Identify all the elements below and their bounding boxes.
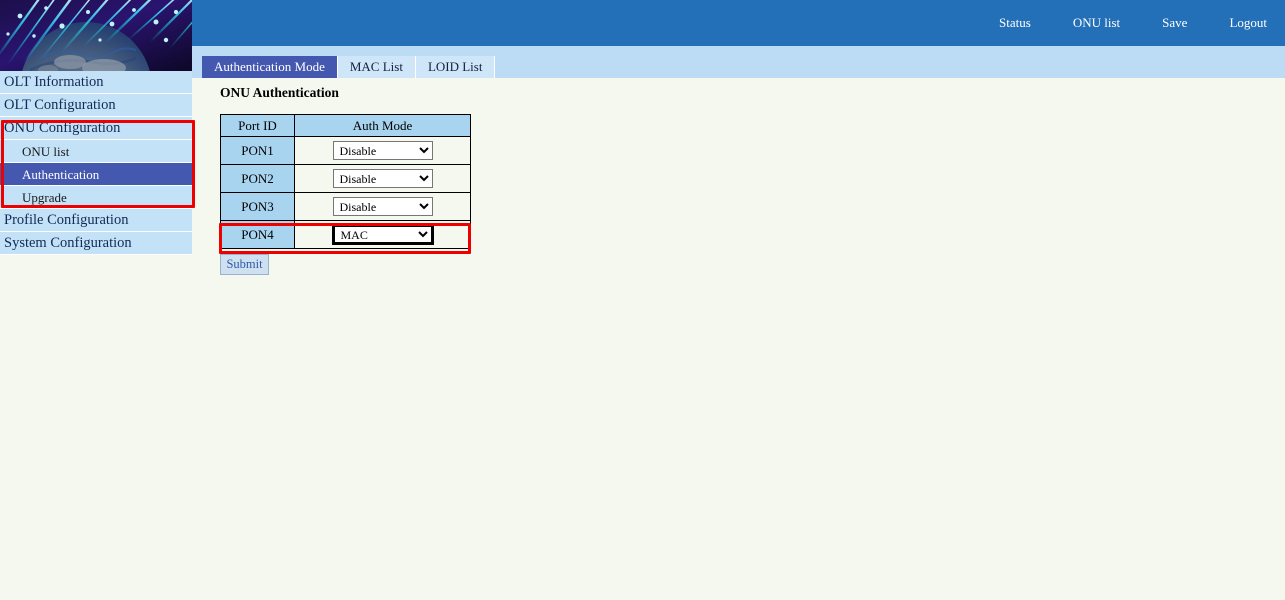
- header-links: Status ONU list Save Logout: [999, 0, 1267, 46]
- header-link-logout[interactable]: Logout: [1229, 15, 1267, 31]
- auth-mode-select-pon1[interactable]: DisableMACLOIDLOID+PWDMAC+LOID: [333, 141, 433, 160]
- page-root: Foro SP Status ONU list Save Logout Auth…: [0, 0, 1285, 600]
- tab-loid-list[interactable]: LOID List: [416, 56, 496, 78]
- cell-mode-pon4: DisableMACLOIDLOID+PWDMAC+LOID: [295, 221, 471, 249]
- auth-mode-table: Port ID Auth Mode PON1 DisableMACLOIDLOI…: [220, 114, 471, 249]
- fiber-globe-banner-image: [0, 0, 192, 71]
- sidebar-menu: OLT Information OLT Configuration ONU Co…: [0, 71, 192, 255]
- sidebar-item-profile-configuration[interactable]: Profile Configuration: [0, 209, 192, 232]
- sidebar-item-olt-information[interactable]: OLT Information: [0, 71, 192, 94]
- left-sidebar: OLT Information OLT Configuration ONU Co…: [0, 0, 192, 600]
- table-header-row: Port ID Auth Mode: [221, 115, 471, 137]
- table-row: PON3 DisableMACLOIDLOID+PWDMAC+LOID: [221, 193, 471, 221]
- sidebar-item-onu-configuration[interactable]: ONU Configuration: [0, 117, 192, 140]
- tab-mac-list[interactable]: MAC List: [338, 56, 416, 78]
- page-title: ONU Authentication: [220, 85, 339, 101]
- header-link-save[interactable]: Save: [1162, 15, 1187, 31]
- cell-port-pon1: PON1: [221, 137, 295, 165]
- column-header-port-id: Port ID: [221, 115, 295, 137]
- cell-mode-pon1: DisableMACLOIDLOID+PWDMAC+LOID: [295, 137, 471, 165]
- sidebar-item-onu-list[interactable]: ONU list: [0, 140, 192, 163]
- tab-authentication-mode[interactable]: Authentication Mode: [202, 56, 338, 78]
- cell-port-pon2: PON2: [221, 165, 295, 193]
- sidebar-item-upgrade[interactable]: Upgrade: [0, 186, 192, 209]
- content-panel: ONU Authentication Port ID Auth Mode PON…: [192, 78, 1285, 600]
- sidebar-item-olt-configuration[interactable]: OLT Configuration: [0, 94, 192, 117]
- column-header-auth-mode: Auth Mode: [295, 115, 471, 137]
- table-row: PON1 DisableMACLOIDLOID+PWDMAC+LOID: [221, 137, 471, 165]
- auth-mode-select-pon4[interactable]: DisableMACLOIDLOID+PWDMAC+LOID: [333, 225, 433, 244]
- cell-mode-pon2: DisableMACLOIDLOID+PWDMAC+LOID: [295, 165, 471, 193]
- tab-bar: Authentication Mode MAC List LOID List: [192, 46, 1285, 78]
- top-header-bar: Status ONU list Save Logout: [192, 0, 1285, 46]
- table-row: PON4 DisableMACLOIDLOID+PWDMAC+LOID: [221, 221, 471, 249]
- table-row: PON2 DisableMACLOIDLOID+PWDMAC+LOID: [221, 165, 471, 193]
- sidebar-item-authentication[interactable]: Authentication: [0, 163, 192, 186]
- cell-mode-pon3: DisableMACLOIDLOID+PWDMAC+LOID: [295, 193, 471, 221]
- cell-port-pon4: PON4: [221, 221, 295, 249]
- submit-button[interactable]: Submit: [220, 254, 269, 275]
- cell-port-pon3: PON3: [221, 193, 295, 221]
- auth-mode-select-pon3[interactable]: DisableMACLOIDLOID+PWDMAC+LOID: [333, 197, 433, 216]
- header-link-status[interactable]: Status: [999, 15, 1031, 31]
- sidebar-item-system-configuration[interactable]: System Configuration: [0, 232, 192, 255]
- header-link-onu-list[interactable]: ONU list: [1073, 15, 1120, 31]
- auth-mode-select-pon2[interactable]: DisableMACLOIDLOID+PWDMAC+LOID: [333, 169, 433, 188]
